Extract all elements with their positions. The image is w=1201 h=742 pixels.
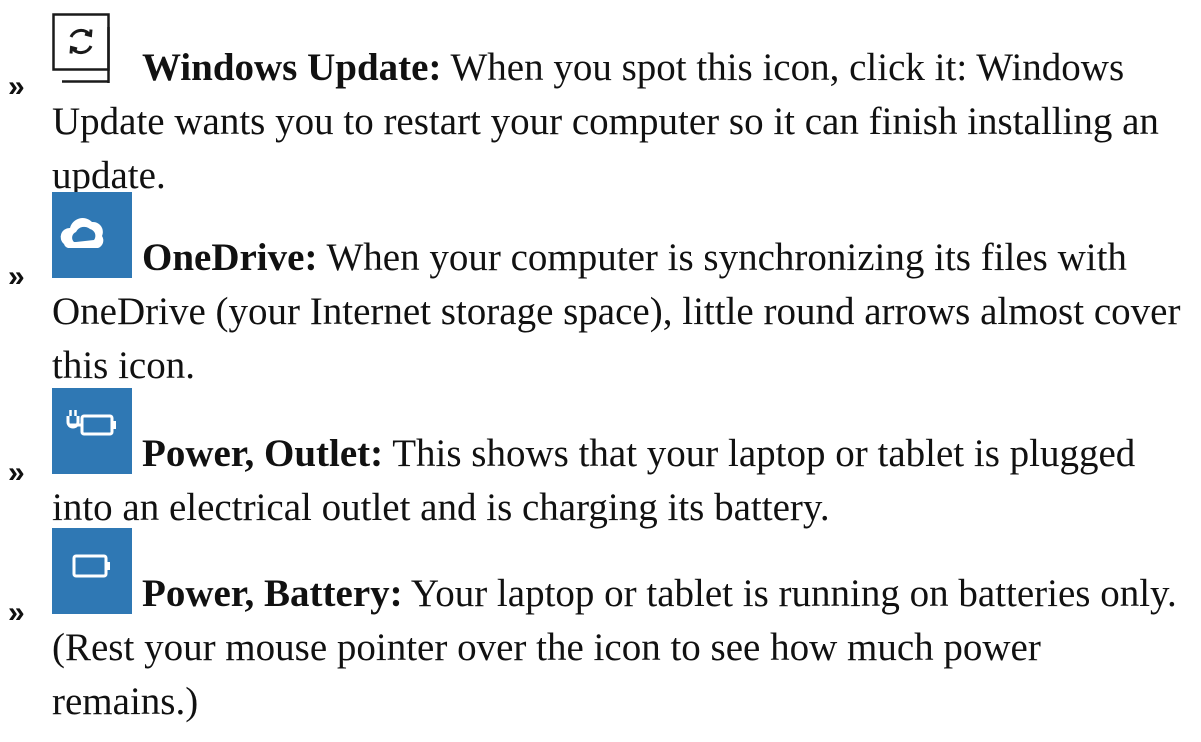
item-label: OneDrive: <box>142 236 318 279</box>
item-label: Windows Update: <box>142 46 442 89</box>
onedrive-icon <box>52 192 132 278</box>
bullet-marker: » <box>8 456 25 489</box>
bullet-marker: » <box>8 70 25 103</box>
list-item-onedrive: » OneDrive: When your computer is synchr… <box>0 192 1201 393</box>
document-page: » Windows Update: When you spot this ico… <box>0 0 1201 742</box>
power-outlet-icon <box>52 388 132 474</box>
list-item-power-outlet: » Power, Outlet: This shows that your la… <box>0 388 1201 535</box>
power-battery-icon <box>52 528 132 614</box>
list-item-power-battery: » Power, Battery: Your laptop or tablet … <box>0 528 1201 729</box>
bullet-marker: » <box>8 596 25 629</box>
bullet-marker: » <box>8 260 25 293</box>
item-label: Power, Outlet: <box>142 432 384 475</box>
windows-update-icon <box>52 13 132 83</box>
list-item-windows-update: » Windows Update: When you spot this ico… <box>0 8 1201 203</box>
item-label: Power, Battery: <box>142 572 403 615</box>
